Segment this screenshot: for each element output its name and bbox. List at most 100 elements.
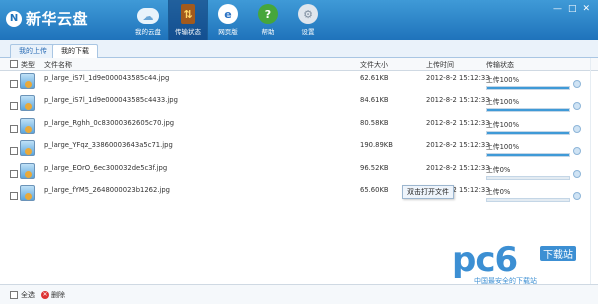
main-nav: ☁ 我的云盘 ⇅ 传输状态 e 网页版 ? 帮助 ⚙ 设置 <box>128 0 328 40</box>
row-checkbox[interactable] <box>10 102 18 110</box>
progress-bar <box>486 131 570 135</box>
file-name: p_large_Rghh_0c83000362605c70.jpg <box>44 119 175 127</box>
progress-bar <box>486 153 570 157</box>
table-row[interactable]: p_large_YFqz_33860003643a5c71.jpg 190.89… <box>0 138 598 160</box>
row-checkbox[interactable] <box>10 80 18 88</box>
image-file-icon <box>20 185 35 201</box>
app-logo: N 新华云盘 <box>6 8 88 29</box>
file-name: p_large_YFqz_33860003643a5c71.jpg <box>44 141 173 149</box>
table-header: 类型 文件名称 文件大小 上传时间 传输状态 <box>0 58 598 71</box>
select-all-checkbox[interactable] <box>10 291 18 299</box>
file-name: p_large_EOrO_6ec300032de5c3f.jpg <box>44 164 168 172</box>
app-header: N 新华云盘 ☁ 我的云盘 ⇅ 传输状态 e 网页版 ? 帮助 ⚙ 设置 — □… <box>0 0 598 40</box>
progress-fill <box>487 87 569 89</box>
image-file-icon <box>20 163 35 179</box>
table-row[interactable]: p_large_EOrO_6ec300032de5c3f.jpg 96.52KB… <box>0 161 598 183</box>
column-name[interactable]: 文件名称 <box>44 60 72 70</box>
tab-my-uploads[interactable]: 我的上传 <box>10 44 56 58</box>
row-action-icon[interactable] <box>573 125 581 133</box>
window-controls: — □ ✕ <box>553 4 590 14</box>
row-action-icon[interactable] <box>573 80 581 88</box>
cloud-icon: ☁ <box>137 8 159 24</box>
upload-time: 2012-8-2 15:12:33 <box>426 164 490 172</box>
column-size[interactable]: 文件大小 <box>360 60 388 70</box>
nav-web-version[interactable]: e 网页版 <box>208 0 248 40</box>
file-size: 62.61KB <box>360 74 389 82</box>
progress-bar <box>486 176 570 180</box>
nav-label: 我的云盘 <box>135 28 161 36</box>
file-name: p_large_iS7l_1d9e000043585c44.jpg <box>44 74 170 82</box>
select-all-label[interactable]: 全选 <box>21 290 35 300</box>
delete-icon[interactable]: ✕ <box>41 291 49 299</box>
file-name: p_large_fYM5_2648000023b1262.jpg <box>44 186 171 194</box>
transfer-status: 上传100% <box>486 143 520 151</box>
upload-time: 2012-8-2 15:12:33 <box>426 96 490 104</box>
watermark: pc6 下载站 中国最安全的下载站 <box>452 240 592 288</box>
watermark-brand: pc6 <box>452 240 518 280</box>
row-checkbox[interactable] <box>10 147 18 155</box>
table-row[interactable]: p_large_Rghh_0c83000362605c70.jpg 80.58K… <box>0 116 598 138</box>
transfer-status: 上传100% <box>486 121 520 129</box>
row-checkbox[interactable] <box>10 170 18 178</box>
row-action-icon[interactable] <box>573 192 581 200</box>
row-checkbox[interactable] <box>10 125 18 133</box>
file-size: 80.58KB <box>360 119 389 127</box>
transfer-status: 上传100% <box>486 76 520 84</box>
progress-fill <box>487 154 569 156</box>
row-action-icon[interactable] <box>573 170 581 178</box>
progress-fill <box>487 132 569 134</box>
nav-settings[interactable]: ⚙ 设置 <box>288 0 328 40</box>
row-action-icon[interactable] <box>573 102 581 110</box>
nav-my-cloud[interactable]: ☁ 我的云盘 <box>128 0 168 40</box>
minimize-icon[interactable]: — <box>553 4 562 14</box>
nav-label: 帮助 <box>261 28 275 36</box>
column-status[interactable]: 传输状态 <box>486 60 514 70</box>
close-icon[interactable]: ✕ <box>582 4 590 14</box>
upload-time: 2012-8-2 15:12:33 <box>426 119 490 127</box>
image-file-icon <box>20 95 35 111</box>
table-row[interactable]: p_large_iS7l_1d9e000043585c44.jpg 62.61K… <box>0 71 598 93</box>
progress-fill <box>487 109 569 111</box>
row-checkbox[interactable] <box>10 192 18 200</box>
tab-my-downloads[interactable]: 我的下载 <box>52 44 98 59</box>
nav-label: 传输状态 <box>175 28 201 36</box>
column-time[interactable]: 上传时间 <box>426 60 454 70</box>
transfer-icon: ⇅ <box>181 4 195 24</box>
nav-help[interactable]: ? 帮助 <box>248 0 288 40</box>
file-size: 190.89KB <box>360 141 393 149</box>
delete-button[interactable]: 删除 <box>51 290 65 300</box>
transfer-status: 上传0% <box>486 166 511 174</box>
file-size: 96.52KB <box>360 164 389 172</box>
app-title: 新华云盘 <box>26 10 89 28</box>
logo-icon: N <box>6 10 22 27</box>
gear-icon: ⚙ <box>298 4 318 24</box>
tab-bar: 我的上传 我的下载 <box>0 40 598 59</box>
row-action-icon[interactable] <box>573 147 581 155</box>
image-file-icon <box>20 73 35 89</box>
image-file-icon <box>20 140 35 156</box>
progress-bar <box>486 108 570 112</box>
column-type[interactable]: 类型 <box>21 60 35 70</box>
progress-bar <box>486 198 570 202</box>
transfer-status: 上传0% <box>486 188 511 196</box>
image-file-icon <box>20 118 35 134</box>
table-row[interactable]: p_large_fYM5_2648000023b1262.jpg 65.60KB… <box>0 183 598 205</box>
upload-time: 2012-8-2 15:12:33 <box>426 74 490 82</box>
maximize-icon[interactable]: □ <box>568 4 577 14</box>
footer-toolbar: 全选 ✕ 删除 <box>0 284 598 304</box>
watermark-tag: 下载站 <box>540 246 576 261</box>
upload-time: 2012-8-2 15:12:33 <box>426 141 490 149</box>
nav-transfer-status[interactable]: ⇅ 传输状态 <box>168 0 208 40</box>
file-size: 84.61KB <box>360 96 389 104</box>
nav-label: 网页版 <box>218 28 238 36</box>
help-icon: ? <box>258 4 278 24</box>
nav-label: 设置 <box>301 28 315 36</box>
file-name: p_large_iS7l_1d9e000043585c4433.jpg <box>44 96 178 104</box>
progress-bar <box>486 86 570 90</box>
transfer-status: 上传100% <box>486 98 520 106</box>
select-all-header-checkbox[interactable] <box>10 60 18 68</box>
table-row[interactable]: p_large_iS7l_1d9e000043585c4433.jpg 84.6… <box>0 93 598 115</box>
tooltip: 双击打开文件 <box>402 185 454 199</box>
file-size: 65.60KB <box>360 186 389 194</box>
ie-icon: e <box>218 4 238 24</box>
